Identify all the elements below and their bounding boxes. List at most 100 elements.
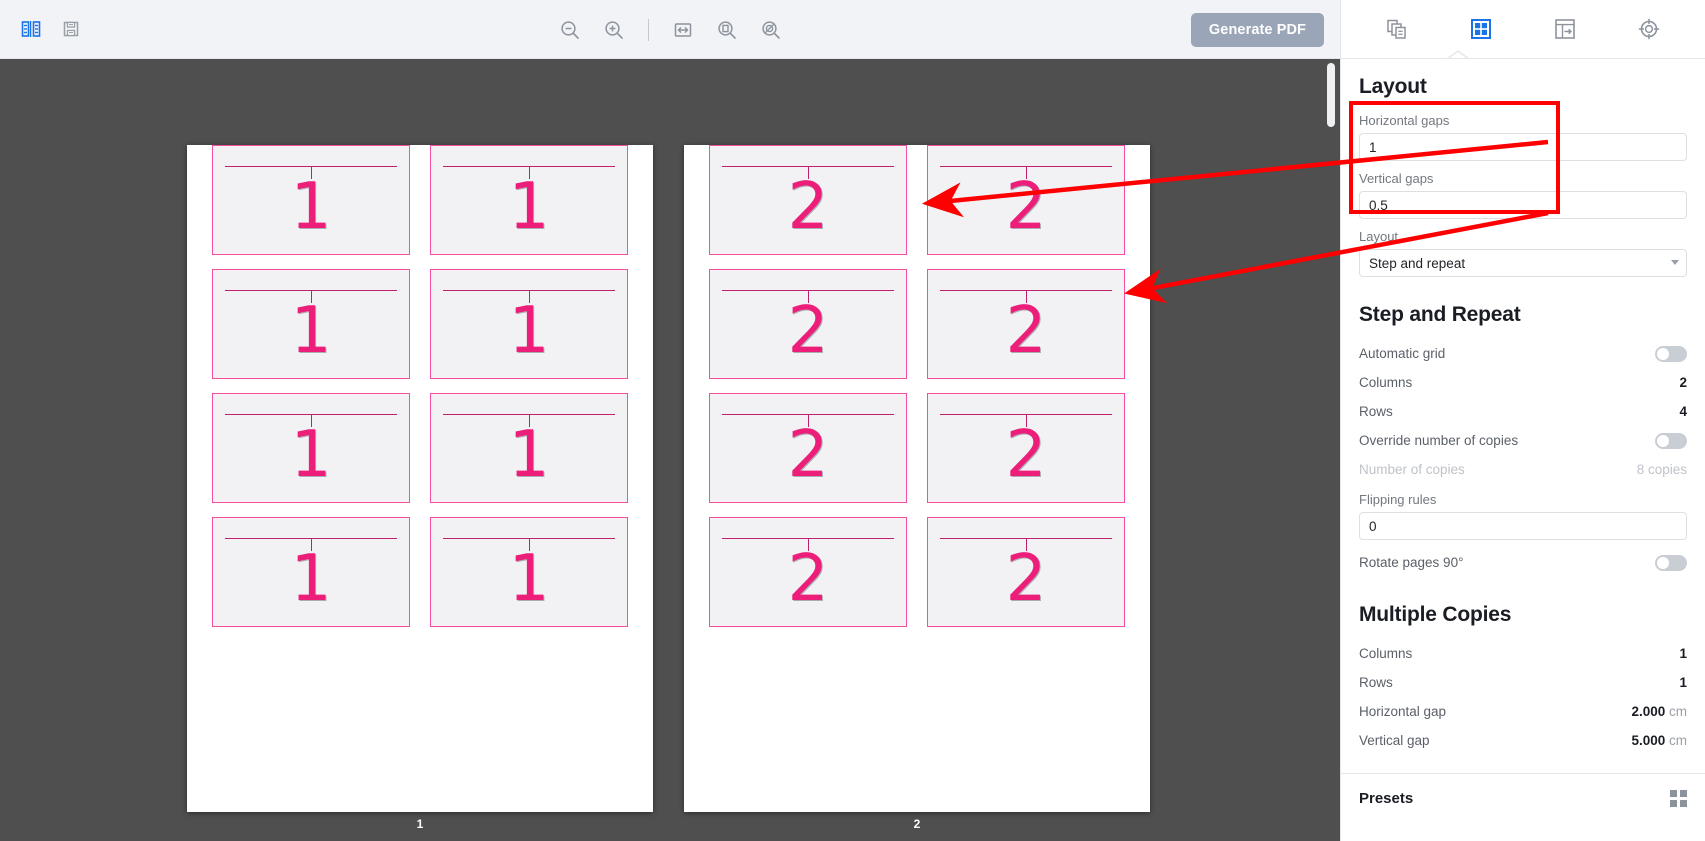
toolbar-left-group bbox=[0, 12, 88, 46]
active-tab-caret bbox=[1446, 50, 1470, 59]
vertical-gaps-field: Vertical gaps bbox=[1359, 171, 1687, 219]
page-1-card[interactable]: 1 bbox=[430, 269, 628, 379]
page-1-card[interactable]: 1 bbox=[212, 517, 410, 627]
card-number: 1 bbox=[508, 170, 550, 244]
card-number: 2 bbox=[787, 542, 829, 616]
page-2-card[interactable]: 2 bbox=[927, 269, 1125, 379]
top-toolbar: Generate PDF bbox=[0, 0, 1340, 59]
layout-select-field: Layout Step and repeat bbox=[1359, 229, 1687, 277]
tab-marks[interactable] bbox=[1627, 9, 1671, 49]
section-title-multiple-copies: Multiple Copies bbox=[1359, 603, 1512, 626]
mc-vertical-gap-unit: cm bbox=[1669, 733, 1687, 748]
zoom-in-icon[interactable] bbox=[597, 13, 631, 47]
row-override-copies: Override number of copies bbox=[1359, 426, 1687, 455]
sr-rows-label: Rows bbox=[1359, 404, 1393, 419]
horizontal-gaps-input[interactable] bbox=[1359, 133, 1687, 161]
rotate-pages-toggle[interactable] bbox=[1655, 554, 1687, 571]
toolbar-zoom-group bbox=[0, 0, 1340, 59]
card-number: 1 bbox=[508, 418, 550, 492]
row-number-of-copies: Number of copies 8 copies bbox=[1359, 455, 1687, 484]
page-2-card[interactable]: 2 bbox=[927, 393, 1125, 503]
page-1-card[interactable]: 1 bbox=[212, 145, 410, 255]
card-tick-mark bbox=[1026, 166, 1028, 179]
card-tick-mark bbox=[311, 414, 313, 427]
mc-vertical-gap-value[interactable]: 5.000 cm bbox=[1631, 733, 1687, 748]
save-icon[interactable] bbox=[54, 12, 88, 46]
card-number: 2 bbox=[787, 170, 829, 244]
split-view-icon[interactable] bbox=[14, 12, 48, 46]
card-number: 2 bbox=[1005, 418, 1047, 492]
card-number: 2 bbox=[787, 294, 829, 368]
fit-width-icon[interactable] bbox=[666, 13, 700, 47]
override-copies-toggle[interactable] bbox=[1655, 432, 1687, 449]
row-mc-horizontal-gap: Horizontal gap 2.000 cm bbox=[1359, 697, 1687, 726]
sr-rows-value[interactable]: 4 bbox=[1679, 404, 1687, 419]
mc-columns-value[interactable]: 1 bbox=[1679, 646, 1687, 661]
page-2-card[interactable]: 2 bbox=[709, 269, 907, 379]
card-tick-mark bbox=[1026, 290, 1028, 303]
tab-imposition[interactable] bbox=[1543, 9, 1587, 49]
automatic-grid-toggle[interactable] bbox=[1655, 345, 1687, 362]
page-2-card[interactable]: 2 bbox=[709, 145, 907, 255]
tab-pages[interactable] bbox=[1375, 9, 1419, 49]
card-number: 2 bbox=[1005, 542, 1047, 616]
flipping-rules-field: Flipping rules bbox=[1359, 492, 1687, 540]
mc-rows-label: Rows bbox=[1359, 675, 1393, 690]
page-1-card[interactable]: 1 bbox=[212, 393, 410, 503]
canvas-vertical-scrollbar[interactable] bbox=[1327, 63, 1335, 783]
presets-grid-icon[interactable] bbox=[1670, 790, 1687, 807]
mc-horizontal-gap-label: Horizontal gap bbox=[1359, 704, 1447, 719]
card-tick-mark bbox=[311, 166, 313, 179]
card-tick-mark bbox=[1026, 414, 1028, 427]
row-mc-rows: Rows 1 bbox=[1359, 668, 1687, 697]
page-1-card[interactable]: 1 bbox=[430, 517, 628, 627]
page-2-card-grid: 2 2 2 2 2 2 2 2 bbox=[709, 145, 1125, 627]
panel-tab-bar bbox=[1341, 0, 1705, 59]
document-canvas[interactable]: 1 1 1 1 1 1 1 1 1 2 2 2 2 2 2 2 2 2 bbox=[0, 59, 1340, 841]
card-tick-mark bbox=[808, 414, 810, 427]
page-2-card[interactable]: 2 bbox=[709, 517, 907, 627]
page-2-card[interactable]: 2 bbox=[709, 393, 907, 503]
fit-page-icon[interactable] bbox=[710, 13, 744, 47]
card-tick-mark bbox=[529, 166, 531, 179]
page-1-card[interactable]: 1 bbox=[430, 145, 628, 255]
layout-select-label: Layout bbox=[1359, 229, 1399, 244]
page-1-card[interactable]: 1 bbox=[430, 393, 628, 503]
mc-rows-value[interactable]: 1 bbox=[1679, 675, 1687, 690]
section-title-layout: Layout bbox=[1359, 75, 1427, 98]
card-number: 2 bbox=[1005, 294, 1047, 368]
card-number: 1 bbox=[290, 170, 332, 244]
card-tick-mark bbox=[808, 166, 810, 179]
flipping-rules-input[interactable] bbox=[1359, 512, 1687, 540]
card-number: 1 bbox=[290, 542, 332, 616]
scrollbar-thumb[interactable] bbox=[1327, 63, 1335, 127]
row-sr-rows: Rows 4 bbox=[1359, 397, 1687, 426]
flipping-rules-label: Flipping rules bbox=[1359, 492, 1437, 507]
toolbar-right-group: Generate PDF bbox=[1190, 0, 1324, 59]
horizontal-gaps-label: Horizontal gaps bbox=[1359, 113, 1450, 128]
vertical-gaps-label: Vertical gaps bbox=[1359, 171, 1434, 186]
page-1-card[interactable]: 1 bbox=[212, 269, 410, 379]
row-sr-columns: Columns 2 bbox=[1359, 368, 1687, 397]
layout-select[interactable]: Step and repeat bbox=[1359, 249, 1687, 277]
card-number: 1 bbox=[508, 294, 550, 368]
card-tick-mark bbox=[529, 414, 531, 427]
tab-layout[interactable] bbox=[1459, 9, 1503, 49]
number-of-copies-label: Number of copies bbox=[1359, 462, 1465, 477]
zoom-out-icon[interactable] bbox=[553, 13, 587, 47]
generate-pdf-button[interactable]: Generate PDF bbox=[1190, 12, 1324, 47]
horizontal-gaps-field: Horizontal gaps bbox=[1359, 113, 1687, 161]
actual-size-icon[interactable] bbox=[754, 13, 788, 47]
page-2-card[interactable]: 2 bbox=[927, 145, 1125, 255]
sr-columns-value[interactable]: 2 bbox=[1679, 375, 1687, 390]
section-title-step-and-repeat: Step and Repeat bbox=[1359, 303, 1521, 326]
page-label-1: 1 bbox=[416, 817, 424, 831]
layout-select-value: Step and repeat bbox=[1369, 255, 1466, 271]
mc-horizontal-gap-value[interactable]: 2.000 cm bbox=[1631, 704, 1687, 719]
panel-divider bbox=[1341, 773, 1705, 774]
row-mc-vertical-gap: Vertical gap 5.000 cm bbox=[1359, 726, 1687, 755]
vertical-gaps-input[interactable] bbox=[1359, 191, 1687, 219]
page-1-card-grid: 1 1 1 1 1 1 1 1 bbox=[212, 145, 628, 627]
card-number: 1 bbox=[508, 542, 550, 616]
page-2-card[interactable]: 2 bbox=[927, 517, 1125, 627]
